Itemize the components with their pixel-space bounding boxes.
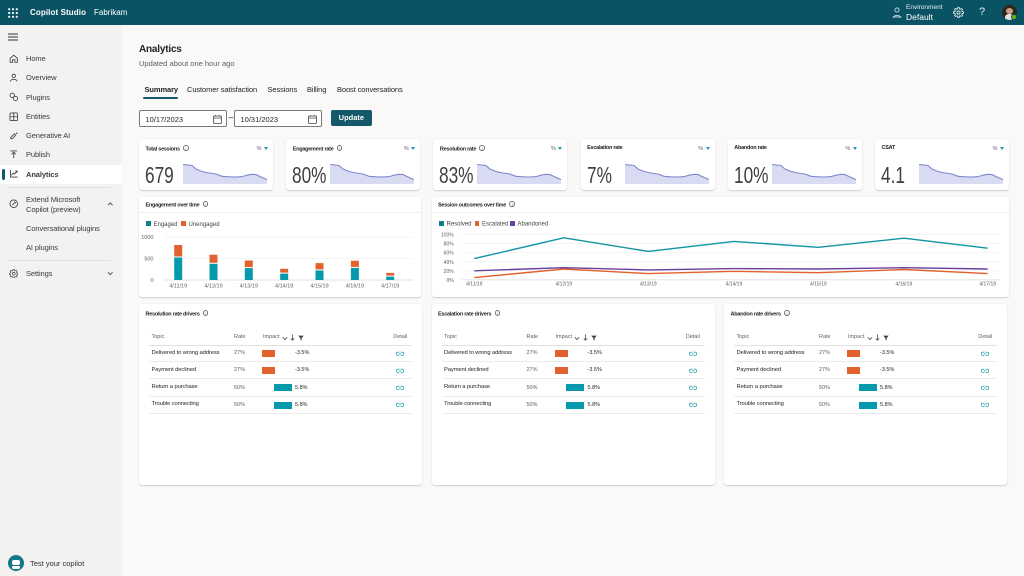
svg-text:4/12/19: 4/12/19 (204, 284, 222, 290)
svg-text:1000: 1000 (141, 235, 153, 241)
svg-text:4/15/19: 4/15/19 (809, 282, 826, 288)
svg-text:80%: 80% (443, 242, 454, 248)
svg-text:4/13/19: 4/13/19 (639, 282, 656, 288)
svg-text:60%: 60% (443, 251, 454, 257)
svg-text:100%: 100% (440, 233, 453, 239)
svg-text:4/16/19: 4/16/19 (346, 284, 364, 290)
svg-text:4/11/19: 4/11/19 (169, 284, 187, 290)
svg-text:4/16/19: 4/16/19 (895, 282, 912, 288)
svg-text:0%: 0% (446, 278, 454, 284)
svg-text:4/15/19: 4/15/19 (310, 284, 328, 290)
svg-text:40%: 40% (443, 260, 454, 266)
svg-text:4/12/19: 4/12/19 (555, 282, 572, 288)
svg-text:20%: 20% (443, 269, 454, 275)
svg-text:4/14/19: 4/14/19 (725, 282, 742, 288)
svg-text:4/11/19: 4/11/19 (466, 282, 483, 288)
svg-text:4/17/19: 4/17/19 (381, 284, 399, 290)
svg-text:4/14/19: 4/14/19 (275, 284, 293, 290)
svg-text:4/17/19: 4/17/19 (979, 282, 996, 288)
svg-text:0: 0 (150, 278, 153, 284)
svg-text:500: 500 (144, 257, 153, 263)
svg-text:4/13/19: 4/13/19 (240, 284, 258, 290)
